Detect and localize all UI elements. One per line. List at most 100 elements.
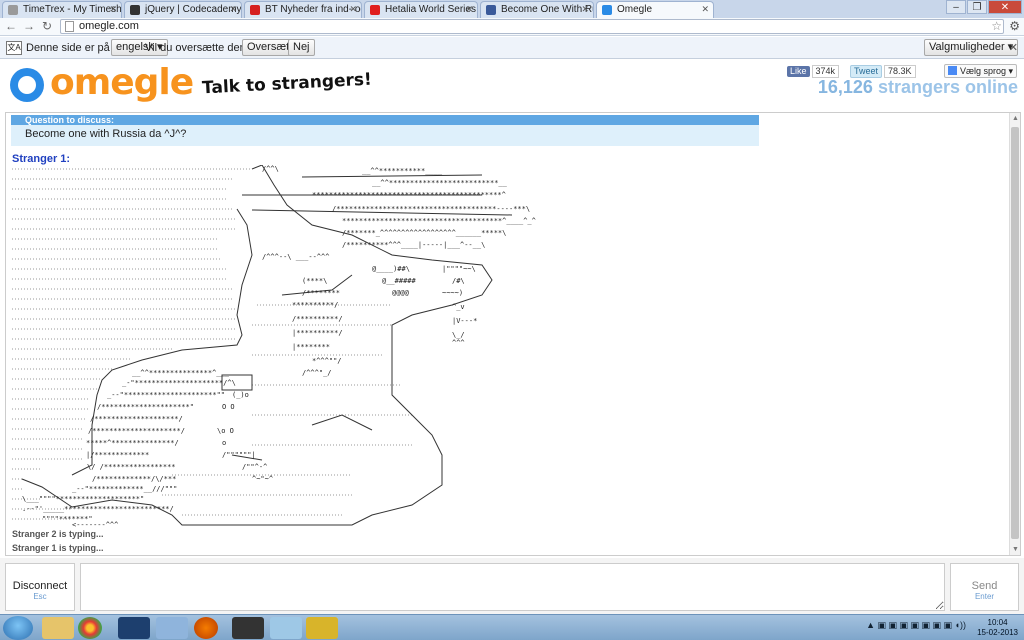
browser-toolbar: ← → ↻ omegle.com ☆ ⚙	[0, 18, 1024, 36]
browser-tab-become-one[interactable]: Become One With Russia ✕	[480, 1, 594, 18]
disconnect-button[interactable]: Disconnect Esc	[5, 563, 75, 611]
svg-text:/*****************************: /**************************************-…	[332, 205, 530, 213]
windows-taskbar: ▲ ▣ ▣ ▣ ▣ ▣ ▣ ▣ ◖)) 10:04 15-02-2013	[0, 614, 1024, 640]
clock[interactable]: 10:04 15-02-2013	[977, 618, 1018, 638]
options-button[interactable]: Valgmuligheder ▾	[924, 39, 1019, 56]
svg-text:/*******_^^^^^^^^^^^^^^^^^^___: /*******_^^^^^^^^^^^^^^^^^^______*****\	[342, 229, 506, 237]
svg-text:_--"**********************"": _--"**********************""	[107, 391, 225, 399]
svg-text:(_)o: (_)o	[232, 391, 249, 399]
minimize-button[interactable]: –	[946, 0, 966, 14]
browser-tab-timetrex[interactable]: TimeTrex - My Timesheet ✕	[2, 1, 122, 18]
7zip-icon[interactable]	[232, 617, 264, 639]
svg-text:\_/: \_/	[452, 331, 465, 339]
tab-close-icon[interactable]: ✕	[349, 2, 357, 17]
svg-text:<-------^^^: <-------^^^	[72, 521, 118, 527]
explorer-icon[interactable]	[42, 617, 74, 639]
svg-text:|********: |********	[292, 343, 330, 351]
app-icon[interactable]	[156, 617, 188, 639]
restore-button[interactable]: ❐	[967, 0, 987, 14]
send-hint: Enter	[974, 592, 995, 601]
svg-text:@____)##\: @____)##\	[372, 265, 410, 273]
tab-close-icon[interactable]: ✕	[229, 2, 237, 17]
svg-text:_--"*************__///""": _--"*************__///"""	[72, 485, 177, 493]
chrome-icon[interactable]	[78, 617, 102, 639]
question-heading: Question to discuss:	[11, 115, 759, 125]
tab-close-icon[interactable]: ✕	[581, 2, 589, 17]
tab-close-icon[interactable]: ✕	[465, 2, 473, 17]
chat-controls: Disconnect Esc Send Enter	[0, 558, 1024, 614]
google-icon	[948, 66, 957, 75]
svg-text:\o O: \o O	[217, 427, 234, 435]
send-button[interactable]: Send Enter	[950, 563, 1019, 611]
translate-question: Vil du oversætte den?	[145, 42, 252, 54]
reload-icon[interactable]: ↻	[40, 19, 54, 33]
omegle-header: omegle Talk to strangers! Like 374k Tweet…	[0, 60, 1024, 110]
omegle-logo[interactable]: omegle	[10, 62, 194, 104]
svg-text:\/ /*****************: \/ /*****************	[87, 463, 176, 471]
firefox-icon[interactable]	[194, 617, 218, 639]
scroll-up-arrow-icon[interactable]: ▲	[1011, 114, 1020, 123]
system-tray[interactable]: ▲ ▣ ▣ ▣ ▣ ▣ ▣ ▣ ◖))	[866, 620, 966, 631]
translate-prompt: Denne side er på	[26, 42, 110, 54]
online-label: strangers online	[877, 77, 1018, 97]
browser-tab-bt[interactable]: BT Nyheder fra ind- og ud ✕	[244, 1, 362, 18]
svg-text:/#\: /#\	[452, 277, 465, 285]
start-button[interactable]	[3, 616, 33, 640]
translate-button[interactable]: Oversæt	[242, 39, 295, 56]
wrench-menu-icon[interactable]: ⚙	[1009, 19, 1020, 33]
page-favicon-icon	[486, 5, 496, 15]
tagline: Talk to strangers!	[201, 69, 373, 99]
translate-icon: 文A	[6, 41, 22, 55]
facebook-like-button[interactable]: Like	[787, 66, 810, 77]
page-icon	[65, 21, 74, 32]
no-translate-button[interactable]: Nej	[288, 39, 315, 56]
back-arrow-icon[interactable]: ←	[4, 19, 18, 33]
svg-text:__^^***********____: __^^***********____	[362, 167, 443, 175]
omegle-favicon-icon	[602, 5, 612, 15]
disconnect-label: Disconnect	[12, 580, 68, 592]
svg-text:/**********/: /**********/	[292, 315, 343, 323]
close-window-button[interactable]: ✕	[988, 0, 1022, 14]
app-icon-2[interactable]	[270, 617, 302, 639]
address-bar[interactable]: omegle.com	[60, 19, 1004, 34]
browser-tab-codecademy[interactable]: jQuery | Codecademy ✕	[124, 1, 242, 18]
bookmark-star-icon[interactable]: ☆	[991, 19, 1002, 33]
online-count: 16,126 strangers online	[818, 77, 1018, 98]
infobar-close-icon[interactable]: ✕	[1009, 41, 1018, 54]
svg-text:|V---*: |V---*	[452, 317, 477, 325]
photoshop-icon[interactable]	[118, 617, 150, 639]
chat-scrollbar[interactable]: ▲ ▼	[1009, 113, 1020, 555]
scroll-down-arrow-icon[interactable]: ▼	[1011, 545, 1020, 554]
bt-favicon-icon	[250, 5, 260, 15]
svg-text:|""""~~\: |""""~~\	[442, 265, 476, 273]
scrollbar-thumb[interactable]	[1011, 127, 1019, 539]
browser-tab-hetalia[interactable]: Hetalia World Series - Exte ✕	[364, 1, 478, 18]
google-translate-select[interactable]: Vælg sprog ▾	[944, 64, 1018, 78]
tab-close-icon[interactable]: ✕	[109, 2, 117, 17]
svg-text:/^^\: /^^\	[262, 165, 279, 173]
svg-text:*^^^""/: *^^^""/	[312, 357, 342, 365]
svg-text:O O: O O	[222, 403, 235, 411]
svg-text:|/*************: |/*************	[86, 451, 149, 459]
tab-label: Omegle	[617, 4, 653, 15]
svg-text:__^^***************^___: __^^***************^___	[132, 369, 230, 377]
options-label: Valgmuligheder	[929, 41, 1005, 53]
forward-arrow-icon[interactable]: →	[22, 19, 36, 33]
svg-text:/********: /********	[302, 289, 340, 297]
svg-text:|**********/: |**********/	[292, 329, 343, 337]
svg-text:/*********************": /*********************"	[97, 403, 194, 411]
svg-text:/**********^^^____|-----|___^-: /**********^^^____|-----|___^--__\	[342, 241, 485, 249]
clock-date: 15-02-2013	[977, 628, 1018, 637]
chat-log[interactable]: Question to discuss: Become one with Rus…	[5, 112, 1021, 556]
svg-text:\___""""********************": \___""""********************"	[22, 495, 144, 503]
question-text: Become one with Russia da ^J^?	[25, 128, 187, 140]
shield-icon[interactable]	[306, 617, 338, 639]
browser-tab-omegle[interactable]: Omegle ✕	[596, 1, 714, 18]
ascii-art-drawing: /^^\ __^^***********____ __^^************…	[12, 165, 536, 527]
tab-close-icon[interactable]: ✕	[701, 2, 709, 17]
svg-text:^_v: ^_v	[452, 303, 465, 311]
tab-label: Become One With Russia	[501, 4, 593, 15]
url-text: omegle.com	[79, 20, 139, 32]
message-input[interactable]	[80, 563, 945, 611]
svg-text:/""^-^: /""^-^	[242, 463, 267, 471]
